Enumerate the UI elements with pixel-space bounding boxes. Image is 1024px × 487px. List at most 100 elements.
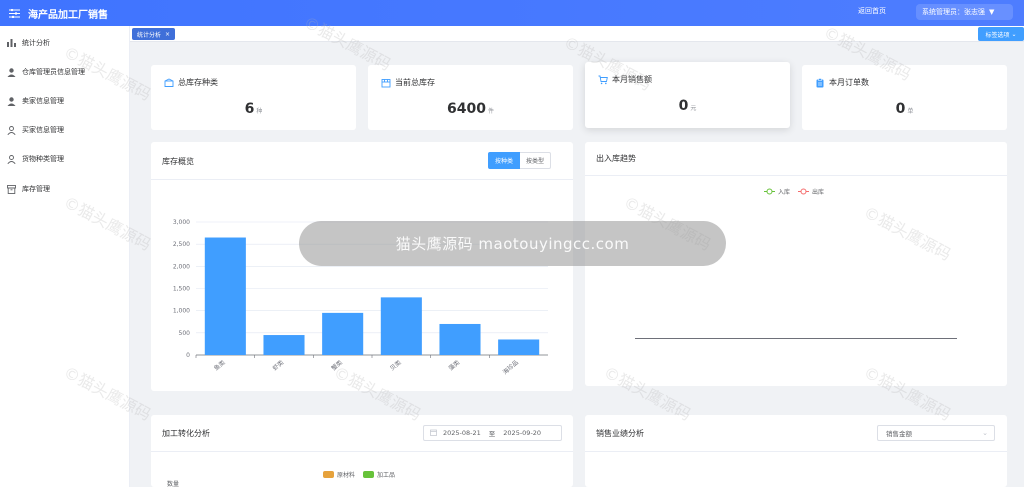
legend-item-processed[interactable]: 加工品 xyxy=(363,470,395,479)
date-start: 2025-08-21 xyxy=(443,429,481,437)
stat-title-text: 总库存种类 xyxy=(178,78,218,87)
app-title: 海产品加工厂销售 xyxy=(28,9,108,21)
x-tick-label: 虾类 xyxy=(271,358,285,372)
stat-unit: 元 xyxy=(690,105,697,112)
user-label: 系统管理员：张志强 xyxy=(922,8,985,16)
menu-toggle-icon[interactable] xyxy=(4,3,24,23)
x-tick-label: 贝类 xyxy=(388,358,402,372)
stat-title: 本月订单数 xyxy=(814,77,869,88)
legend-line-icon xyxy=(764,188,775,195)
legend-swatch xyxy=(363,471,375,478)
inventory-overview-panel: 库存概览 按种类 按类型 0 500 1,000 1,500 2,000 2,500 3,0… xyxy=(151,142,573,391)
date-end: 2025-09-20 xyxy=(503,429,542,437)
sidebar-item-label: 统计分析 xyxy=(22,39,50,47)
clipboard-icon xyxy=(814,77,825,88)
legend-item-out[interactable]: 出库 xyxy=(798,187,824,196)
sidebar-item-sellers[interactable]: 卖家信息管理 xyxy=(0,91,130,111)
stat-value: 0单 xyxy=(802,101,1007,117)
tab-label: 统计分析 xyxy=(137,31,162,39)
y-tick-label: 3,000 xyxy=(173,219,190,226)
y-axis-label: 数量 xyxy=(167,481,180,487)
stat-title: 本月销售额 xyxy=(597,74,652,85)
tag-options-label: 标签选项 xyxy=(985,31,1010,39)
sidebar-item-label: 库存管理 xyxy=(22,185,50,193)
sidebar-item-warehouse-admins[interactable]: 仓库管理员信息管理 xyxy=(0,62,130,82)
legend-label: 出库 xyxy=(812,189,825,196)
stat-title-text: 本月订单数 xyxy=(829,78,869,87)
calendar-icon xyxy=(430,429,437,438)
divider xyxy=(585,175,1007,176)
stat-card-stock-types: 总库存种类 6种 xyxy=(151,65,356,130)
stat-value: 0元 xyxy=(585,98,790,114)
x-axis-line xyxy=(635,338,957,339)
bar-0 xyxy=(204,237,246,355)
panel-title: 加工转化分析 xyxy=(162,429,210,438)
user-outline-icon xyxy=(6,154,16,164)
sidebar-item-label: 卖家信息管理 xyxy=(22,97,64,105)
sidebar-item-buyers[interactable]: 买家信息管理 xyxy=(0,120,130,140)
user-menu[interactable]: 系统管理员：张志强 ▼ xyxy=(916,4,1013,20)
top-bar: 海产品加工厂销售 返回首页 系统管理员：张志强 ▼ xyxy=(0,0,1024,26)
inventory-bar-chart: 0 500 1,000 1,500 2,000 2,500 3,000 鱼类 虾类 蟹类 贝类 藻类 海… xyxy=(173,219,548,376)
y-tick-label: 1,000 xyxy=(173,308,190,315)
sidebar-item-goods-types[interactable]: 货物种类管理 xyxy=(0,149,130,169)
sidebar: 统计分析 仓库管理员信息管理 卖家信息管理 买家信息管理 货物种类管理 库存管理 xyxy=(0,26,130,487)
processing-analysis-panel: 加工转化分析 2025-08-21 至 2025-09-20 原材料 加工品 数… xyxy=(151,415,573,487)
calendar-box-icon xyxy=(380,77,391,88)
legend-line-icon xyxy=(798,188,810,195)
stat-title-text: 本月销售额 xyxy=(612,75,652,84)
legend-item-raw[interactable]: 原材料 xyxy=(323,470,355,479)
stat-number: 0 xyxy=(678,98,689,114)
x-tick-label: 海珍品 xyxy=(501,358,520,376)
legend-label: 原材料 xyxy=(337,472,356,479)
cart-icon xyxy=(597,74,608,85)
stat-number: 0 xyxy=(895,101,906,117)
stat-number: 6 xyxy=(244,101,255,117)
back-home-link[interactable]: 返回首页 xyxy=(858,6,886,16)
y-tick-label: 2,000 xyxy=(173,263,190,270)
stat-unit: 种 xyxy=(256,108,263,115)
bar-5 xyxy=(498,339,540,355)
divider xyxy=(151,451,573,452)
stat-card-total-stock: 当前总库存 6400 件 xyxy=(368,65,573,130)
legend-item-in[interactable]: 入库 xyxy=(764,187,790,196)
x-tick-label: 蟹类 xyxy=(330,358,344,372)
panel-title: 出入库趋势 xyxy=(596,154,636,163)
stat-value: 6400 件 xyxy=(368,101,573,117)
panel-title: 销售业绩分析 xyxy=(596,429,644,438)
box-outline-icon xyxy=(163,77,174,88)
x-tick-label: 鱼类 xyxy=(212,358,226,372)
bar-4 xyxy=(439,323,481,355)
sales-performance-panel: 销售业绩分析 销售金额 ⌄ xyxy=(585,415,1007,487)
bar-1 xyxy=(263,335,305,355)
bar-chart-icon xyxy=(6,38,16,48)
stat-title-text: 当前总库存 xyxy=(395,78,435,87)
sidebar-item-statistics[interactable]: 统计分析 xyxy=(0,33,130,53)
sidebar-item-label: 货物种类管理 xyxy=(22,155,64,163)
sales-metric-select[interactable]: 销售金额 ⌄ xyxy=(877,425,995,441)
tag-options-button[interactable]: 标签选项 ⌄ xyxy=(978,27,1024,41)
stat-number: 6400 xyxy=(447,101,486,117)
legend-label: 入库 xyxy=(778,189,791,196)
tab-statistics[interactable]: 统计分析 × xyxy=(132,28,176,40)
chevron-down-icon: ⌄ xyxy=(1011,30,1017,38)
select-value: 销售金额 xyxy=(886,430,912,438)
sidebar-item-inventory[interactable]: 库存管理 xyxy=(0,179,130,199)
stat-card-monthly-sales: 本月销售额 0元 xyxy=(585,62,790,128)
sidebar-item-label: 买家信息管理 xyxy=(22,126,64,134)
stat-unit: 单 xyxy=(907,108,914,115)
chevron-down-icon: ⌄ xyxy=(982,429,988,437)
date-separator: 至 xyxy=(488,430,496,438)
user-icon xyxy=(6,67,16,77)
date-range-picker[interactable]: 2025-08-21 至 2025-09-20 xyxy=(423,425,562,441)
close-icon[interactable]: × xyxy=(165,31,170,38)
legend-swatch xyxy=(323,471,334,478)
processing-legend: 原材料 加工品 xyxy=(323,470,403,479)
y-tick-label: 2,500 xyxy=(173,241,190,248)
stat-title: 当前总库存 xyxy=(380,77,435,88)
caret-down-icon: ▼ xyxy=(989,8,995,16)
y-tick-label: 500 xyxy=(179,330,191,337)
divider xyxy=(585,451,1007,452)
x-tick-label: 藻类 xyxy=(447,358,461,372)
tags-bar: 统计分析 × 标签选项 ⌄ xyxy=(130,26,1024,42)
